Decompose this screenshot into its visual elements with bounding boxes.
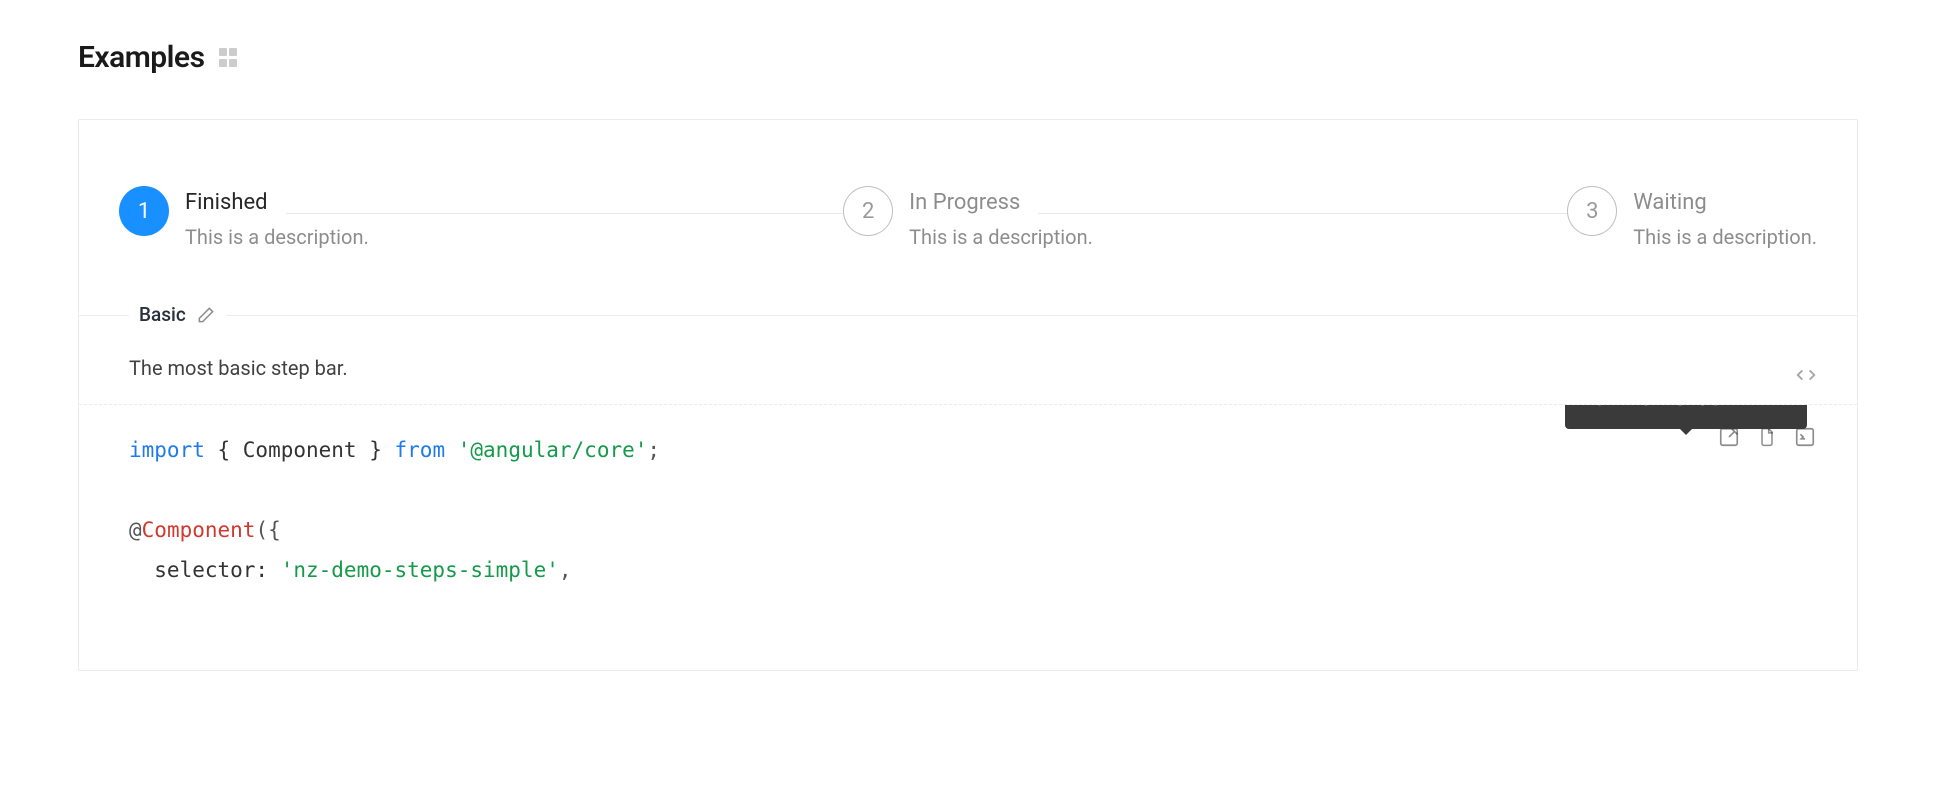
- code-token: { Component }: [205, 438, 395, 462]
- code-block: import { Component } from '@angular/core…: [79, 404, 1857, 670]
- code-token: ({: [255, 518, 280, 542]
- demo-title-text: Basic: [139, 303, 186, 326]
- step-number-icon: 2: [843, 186, 893, 236]
- demo-title-chip: Basic: [129, 303, 226, 326]
- expand-code-icon[interactable]: [1795, 364, 1817, 386]
- step-finished: 1 Finished This is a description.: [119, 186, 843, 249]
- step-waiting: 3 Waiting This is a description.: [1567, 186, 1817, 249]
- section-heading: Examples: [78, 40, 1858, 75]
- code-token: ,: [559, 558, 572, 582]
- code-token: '@angular/core': [458, 438, 648, 462]
- step-number-icon: 1: [119, 186, 169, 236]
- step-title: Finished: [185, 190, 286, 215]
- step-title: Waiting: [1633, 190, 1725, 215]
- code-token: Component: [142, 518, 256, 542]
- code-token: import: [129, 438, 205, 462]
- code-actions: Edit On StackBlitz: [1717, 425, 1817, 449]
- demo-description: The most basic step bar.: [129, 316, 1807, 404]
- step-number-icon: 3: [1567, 186, 1617, 236]
- edit-icon[interactable]: [196, 305, 216, 325]
- step-description: This is a description.: [1633, 225, 1817, 249]
- step-in-progress: 2 In Progress This is a description.: [843, 186, 1567, 249]
- code-token: from: [395, 438, 446, 462]
- code-token: 'nz-demo-steps-simple': [281, 558, 559, 582]
- stackblitz-tooltip: Edit On StackBlitz: [1565, 404, 1807, 429]
- demo-card: 1 Finished This is a description. 2 In P…: [78, 119, 1858, 671]
- demo-preview: 1 Finished This is a description. 2 In P…: [79, 120, 1857, 315]
- section-title-text: Examples: [78, 40, 205, 75]
- code-token: selector:: [129, 558, 281, 582]
- step-description: This is a description.: [909, 225, 1093, 249]
- code-token: ;: [647, 438, 660, 462]
- grid-layout-icon[interactable]: [219, 48, 239, 68]
- demo-meta: Basic The most basic step bar.: [79, 315, 1857, 404]
- step-title: In Progress: [909, 190, 1038, 215]
- step-description: This is a description.: [185, 225, 369, 249]
- steps-bar: 1 Finished This is a description. 2 In P…: [119, 186, 1817, 249]
- code-token: @: [129, 518, 142, 542]
- code-token: [445, 438, 458, 462]
